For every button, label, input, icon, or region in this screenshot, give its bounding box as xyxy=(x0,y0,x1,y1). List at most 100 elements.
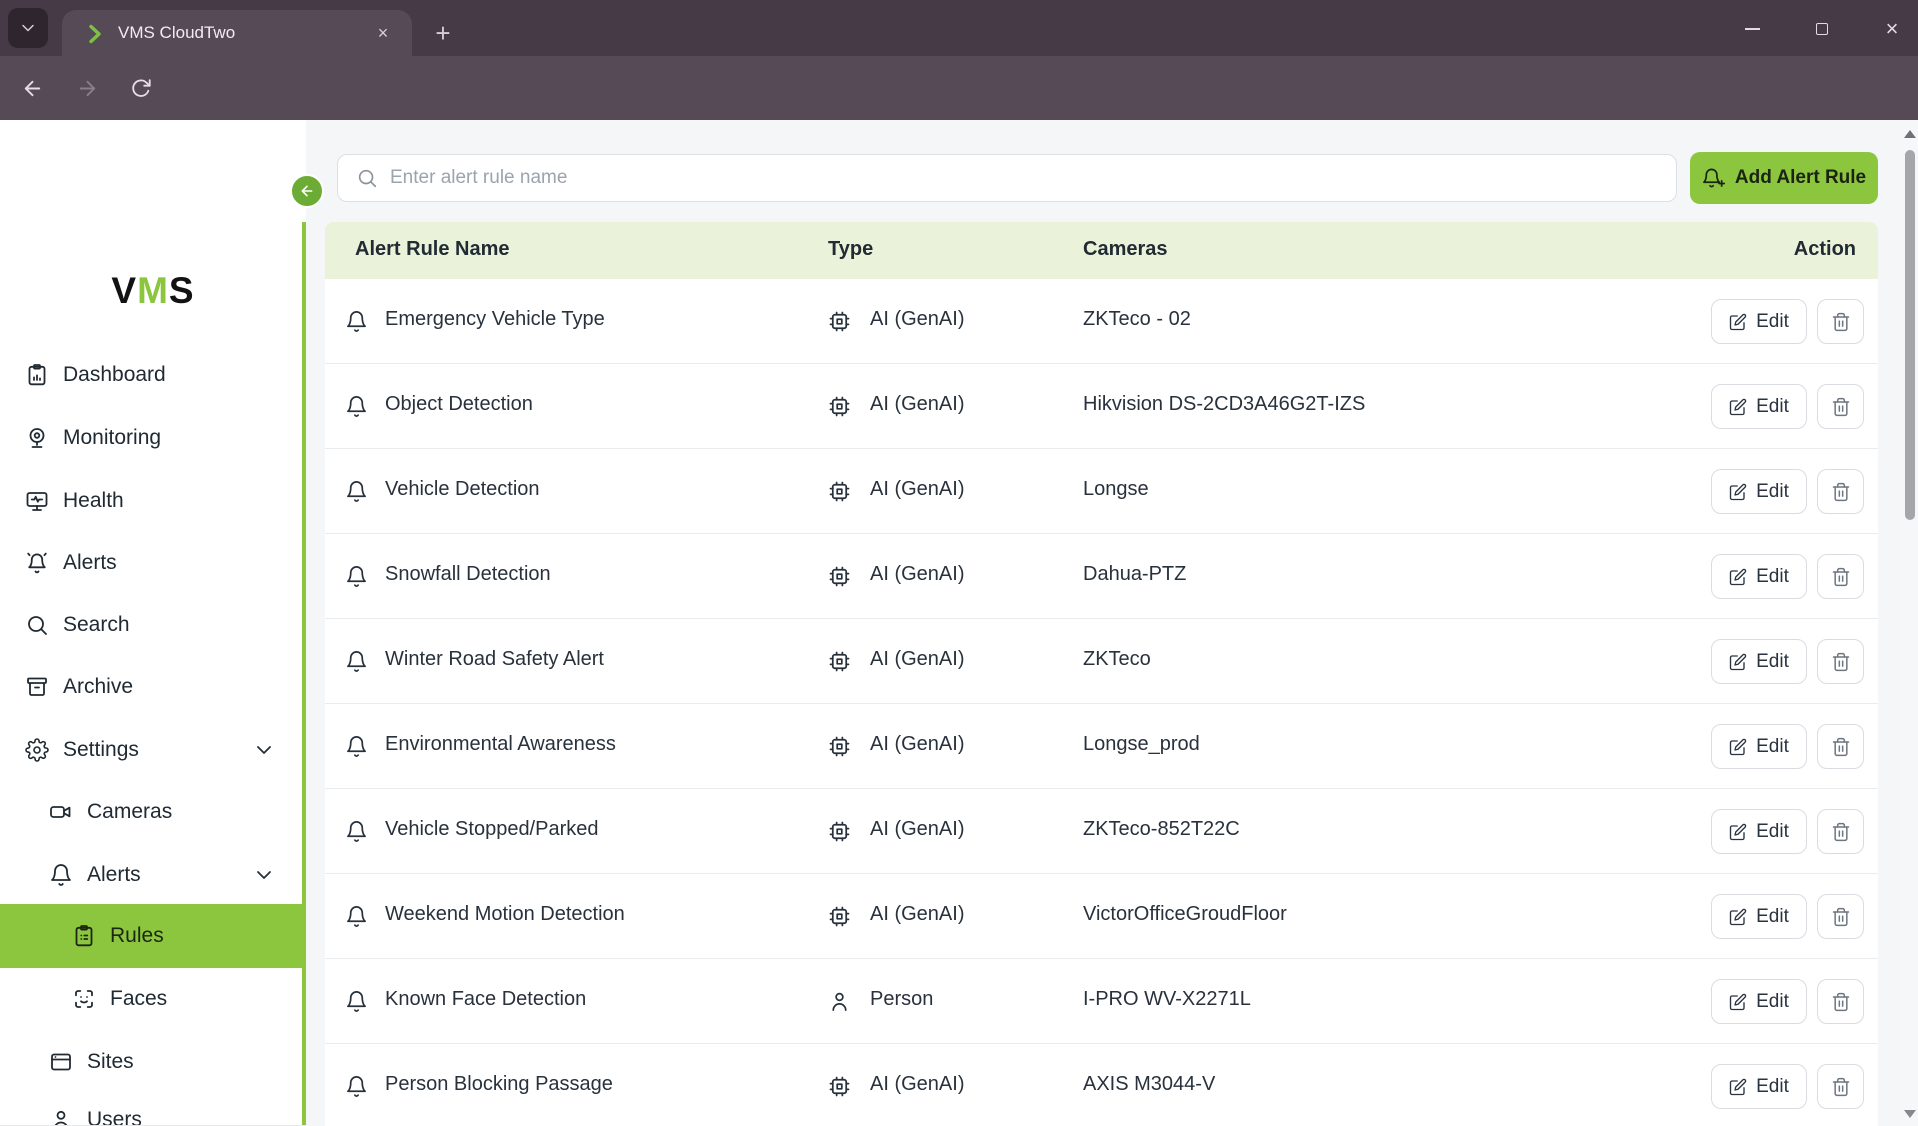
rule-type: AI (GenAI) xyxy=(870,308,964,331)
sidebar-item-cameras[interactable]: Cameras xyxy=(0,781,302,843)
rule-type: AI (GenAI) xyxy=(870,818,964,841)
trash-icon xyxy=(1831,907,1851,927)
chevron-down-icon xyxy=(252,738,276,762)
delete-button[interactable] xyxy=(1817,809,1864,854)
edit-button[interactable]: Edit xyxy=(1711,554,1807,599)
table-row: Object Detection AI (GenAI) Hikvision DS… xyxy=(325,364,1878,449)
sidebar-item-dashboard[interactable]: Dashboard xyxy=(0,344,302,406)
delete-button[interactable] xyxy=(1817,639,1864,684)
chevron-down-icon xyxy=(252,863,276,887)
site-logo-icon xyxy=(82,22,104,44)
window-maximize-button[interactable] xyxy=(1807,16,1837,42)
edit-button[interactable]: Edit xyxy=(1711,724,1807,769)
trash-icon xyxy=(1831,567,1851,587)
sidebar-item-faces[interactable]: Faces xyxy=(0,968,302,1030)
edit-button[interactable]: Edit xyxy=(1711,639,1807,684)
ai-chip-icon xyxy=(828,735,851,758)
rule-camera: VictorOfficeGroudFloor xyxy=(1083,903,1287,926)
edit-button[interactable]: Edit xyxy=(1711,1064,1807,1109)
trash-icon xyxy=(1831,992,1851,1012)
reload-button[interactable] xyxy=(130,77,152,99)
sidebar-item-health[interactable]: Health xyxy=(0,470,302,532)
rule-name: Winter Road Safety Alert xyxy=(385,648,604,671)
edit-button[interactable]: Edit xyxy=(1711,979,1807,1024)
edit-icon xyxy=(1729,313,1747,331)
table-row: Vehicle Stopped/Parked AI (GenAI) ZKTeco… xyxy=(325,789,1878,874)
rule-type: AI (GenAI) xyxy=(870,1073,964,1096)
edit-button[interactable]: Edit xyxy=(1711,809,1807,854)
sidebar-item-rules[interactable]: Rules xyxy=(0,904,302,968)
alert-rule-search[interactable] xyxy=(337,154,1677,202)
sidebar-item-label: Cameras xyxy=(87,800,172,824)
gear-icon xyxy=(25,738,49,762)
delete-button[interactable] xyxy=(1817,554,1864,599)
sidebar-item-sites[interactable]: Sites xyxy=(0,1031,302,1093)
ai-chip-icon xyxy=(828,1075,851,1098)
forward-button[interactable] xyxy=(76,77,99,100)
sidebar-item-alerts-settings[interactable]: Alerts xyxy=(0,844,302,906)
window-icon xyxy=(49,1050,73,1074)
alert-rules-table: Alert Rule Name Type Cameras Action Emer… xyxy=(325,222,1878,1126)
delete-button[interactable] xyxy=(1817,299,1864,344)
delete-button[interactable] xyxy=(1817,384,1864,429)
rule-camera: ZKTeco-852T22C xyxy=(1083,818,1240,841)
sidebar-item-users[interactable]: Users xyxy=(0,1089,302,1126)
browser-toolbar: cloudtwo-prod.vxgdemo.cloud-vms.com/en/c… xyxy=(0,56,1918,120)
sidebar-item-label: Monitoring xyxy=(63,426,161,450)
rule-type: AI (GenAI) xyxy=(870,648,964,671)
edit-button[interactable]: Edit xyxy=(1711,384,1807,429)
table-row: Winter Road Safety Alert AI (GenAI) ZKTe… xyxy=(325,619,1878,704)
col-header-action: Action xyxy=(1794,238,1856,261)
new-tab-button[interactable]: + xyxy=(428,18,458,48)
table-row: Weekend Motion Detection AI (GenAI) Vict… xyxy=(325,874,1878,959)
sidebar-item-search[interactable]: Search xyxy=(0,594,302,656)
app-logo: VMS xyxy=(0,270,306,312)
search-input[interactable] xyxy=(390,167,1676,189)
rule-name: Snowfall Detection xyxy=(385,563,551,586)
delete-button[interactable] xyxy=(1817,724,1864,769)
window-minimize-button[interactable] xyxy=(1737,16,1767,42)
archive-icon xyxy=(25,675,49,699)
edit-button[interactable]: Edit xyxy=(1711,469,1807,514)
rule-name: Weekend Motion Detection xyxy=(385,903,625,926)
delete-button[interactable] xyxy=(1817,979,1864,1024)
sidebar-item-monitoring[interactable]: Monitoring xyxy=(0,407,302,469)
scroll-down-arrow[interactable] xyxy=(1904,1110,1916,1118)
delete-button[interactable] xyxy=(1817,469,1864,514)
browser-tab[interactable]: VMS CloudTwo × xyxy=(62,10,412,56)
ai-chip-icon xyxy=(828,905,851,928)
table-row: Emergency Vehicle Type AI (GenAI) ZKTeco… xyxy=(325,279,1878,364)
sidebar-accent-border xyxy=(302,222,306,1126)
sidebar-item-settings[interactable]: Settings xyxy=(0,719,302,781)
window-close-button[interactable]: × xyxy=(1877,16,1907,42)
table-row: Person Blocking Passage AI (GenAI) AXIS … xyxy=(325,1044,1878,1126)
sidebar-item-alerts[interactable]: Alerts xyxy=(0,532,302,594)
back-button[interactable] xyxy=(21,77,44,100)
col-header-type: Type xyxy=(828,238,873,261)
chevron-down-icon xyxy=(18,18,38,38)
scroll-up-arrow[interactable] xyxy=(1904,130,1916,138)
edit-button[interactable]: Edit xyxy=(1711,894,1807,939)
add-alert-rule-button[interactable]: Add Alert Rule xyxy=(1690,152,1878,204)
sidebar-item-archive[interactable]: Archive xyxy=(0,656,302,718)
rule-type: AI (GenAI) xyxy=(870,563,964,586)
sidebar-collapse-button[interactable] xyxy=(290,174,324,208)
rule-type: AI (GenAI) xyxy=(870,733,964,756)
edit-icon xyxy=(1729,1078,1747,1096)
bell-icon xyxy=(345,395,368,418)
ai-chip-icon xyxy=(828,480,851,503)
edit-button[interactable]: Edit xyxy=(1711,299,1807,344)
trash-icon xyxy=(1831,397,1851,417)
page-scrollbar[interactable] xyxy=(1902,120,1918,1126)
tab-search-button[interactable] xyxy=(8,8,48,48)
delete-button[interactable] xyxy=(1817,1064,1864,1109)
delete-button[interactable] xyxy=(1817,894,1864,939)
edit-icon xyxy=(1729,738,1747,756)
tab-close-icon[interactable]: × xyxy=(372,22,394,44)
ai-chip-icon xyxy=(828,820,851,843)
edit-icon xyxy=(1729,483,1747,501)
screen: VMS CloudTwo × + × cloudtwo-prod.vxgdemo… xyxy=(0,0,1918,1126)
sidebar-item-label: Alerts xyxy=(87,863,141,887)
scrollbar-thumb[interactable] xyxy=(1905,150,1915,520)
edit-icon xyxy=(1729,993,1747,1011)
